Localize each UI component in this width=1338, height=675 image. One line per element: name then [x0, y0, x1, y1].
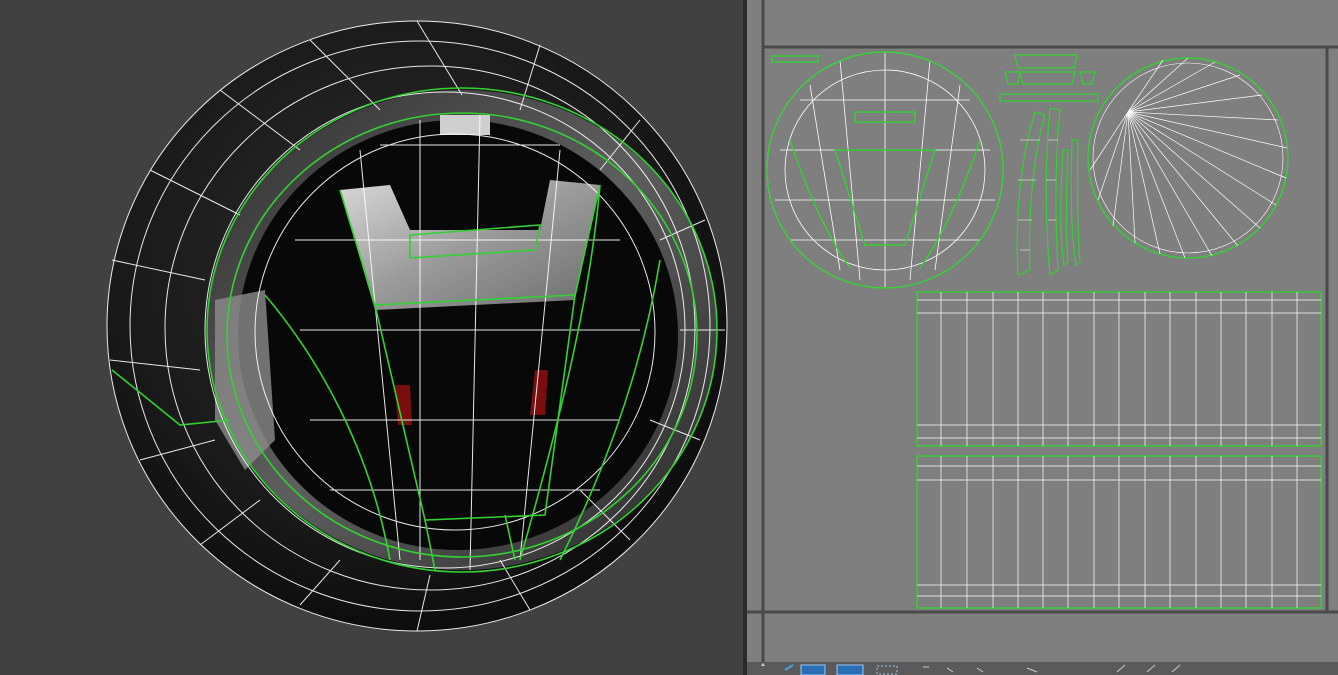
texture-icon[interactable] [836, 664, 864, 675]
frame-icon[interactable] [800, 664, 826, 675]
3d-viewport[interactable] [0, 0, 743, 675]
viewport-canvas[interactable] [0, 0, 743, 675]
toolbar-misc-icons [923, 664, 1181, 673]
uv-canvas[interactable] [747, 0, 1338, 675]
move-icon[interactable] [761, 663, 765, 666]
marquee-icon[interactable] [876, 665, 898, 675]
uv-editor[interactable] [747, 0, 1338, 675]
select-icon[interactable] [784, 664, 794, 671]
wheel-mesh[interactable] [106, 20, 728, 632]
uv-toolbar [747, 662, 1338, 675]
